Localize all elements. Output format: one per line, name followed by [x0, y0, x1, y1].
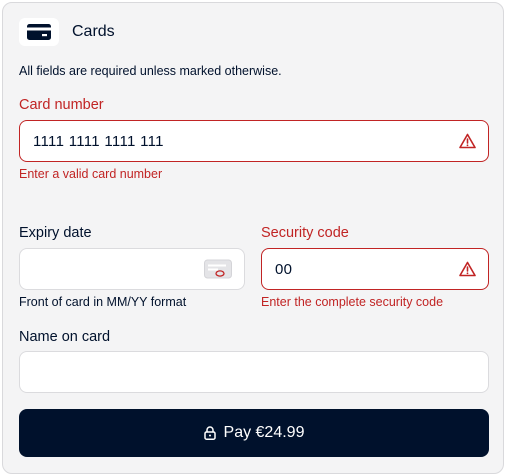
name-on-card-input[interactable]	[20, 352, 488, 392]
card-number-input[interactable]	[20, 121, 488, 161]
pay-button-label: Pay €24.99	[223, 424, 305, 441]
payment-panel: Cards All fields are required unless mar…	[2, 2, 504, 474]
pay-button[interactable]: Pay €24.99	[19, 409, 489, 457]
name-on-card-label: Name on card	[19, 329, 111, 345]
card-number-label: Card number	[19, 97, 104, 113]
lock-icon	[203, 426, 216, 440]
expiry-date-label: Expiry date	[19, 225, 92, 241]
card-number-field[interactable]	[19, 120, 489, 162]
expiry-date-help: Front of card in MM/YY format	[19, 295, 187, 309]
card-front-icon	[204, 259, 232, 279]
warning-icon	[459, 133, 476, 149]
security-code-input[interactable]	[262, 249, 488, 289]
security-code-error: Enter the complete security code	[261, 295, 444, 309]
expiry-date-field[interactable]	[19, 248, 245, 290]
card-number-error: Enter a valid card number	[19, 167, 163, 181]
security-code-label: Security code	[261, 225, 349, 241]
credit-card-icon	[27, 24, 51, 40]
name-on-card-field[interactable]	[19, 351, 489, 393]
payment-method-header: Cards	[19, 17, 115, 47]
payment-method-title: Cards	[72, 23, 115, 40]
warning-icon	[459, 261, 476, 277]
card-brand-box	[19, 18, 59, 46]
security-code-field[interactable]	[261, 248, 489, 290]
required-fields-note: All fields are required unless marked ot…	[19, 64, 282, 78]
